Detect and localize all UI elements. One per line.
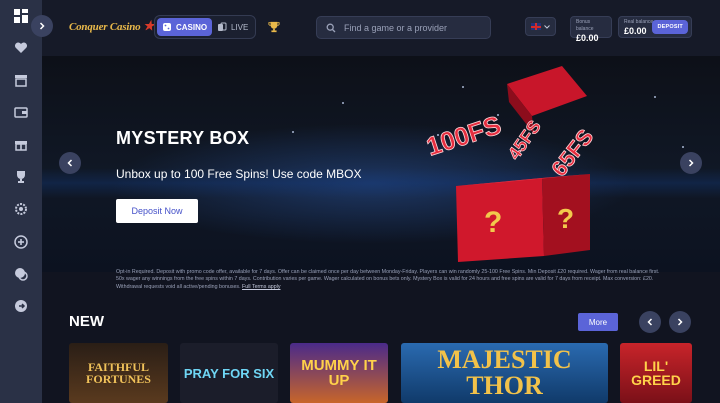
live-mode-button[interactable]: LIVE — [217, 18, 255, 36]
chevron-left-icon — [647, 318, 653, 326]
uk-flag-icon — [531, 23, 541, 30]
mystery-box-illustration: ? ? 100FS 45FS 65FS — [422, 66, 599, 262]
brand-logo[interactable]: Conquer Casino ★ — [69, 18, 155, 34]
more-button[interactable]: More — [578, 313, 618, 331]
chat-icon[interactable] — [13, 266, 29, 282]
game-tile-majestic-thor[interactable]: MAJESTIC THOR — [401, 343, 608, 403]
gear-icon[interactable] — [13, 201, 29, 217]
terms-text: Opt-in Required. Deposit with promo code… — [116, 269, 660, 290]
sparkle — [682, 146, 684, 148]
logo-text: Conquer Casino — [69, 21, 141, 33]
search-input[interactable] — [344, 22, 484, 33]
real-balance: Real balance £0.00 DEPOSIT — [618, 16, 692, 38]
cards-icon — [218, 22, 227, 31]
game-title: MUMMY IT UP — [301, 357, 377, 389]
dice-icon — [163, 23, 171, 31]
promo-banner: MYSTERY BOX Unbox up to 100 Free Spins! … — [42, 56, 720, 272]
art-label-45fs: 45FS — [504, 117, 545, 164]
carousel-prev-button[interactable] — [639, 311, 661, 333]
trophy-icon[interactable] — [13, 169, 29, 185]
plus-circle-icon[interactable] — [13, 234, 29, 250]
game-title: FAITHFUL FORTUNES — [86, 360, 151, 386]
game-title: PRAY FOR SIX — [183, 365, 275, 381]
sparkle — [342, 102, 344, 104]
casino-mode-button[interactable]: CASINO — [157, 18, 212, 36]
bonus-balance: Bonus balance £0.00 — [570, 16, 612, 43]
banner-title: MYSTERY BOX — [116, 128, 250, 148]
sidebar — [0, 0, 42, 403]
game-title: MAJESTIC THOR — [437, 345, 572, 400]
game-title: LIL' GREED — [631, 358, 681, 388]
tournaments-trophy-icon[interactable] — [268, 20, 280, 38]
sidebar-toggle-button[interactable] — [31, 15, 53, 37]
heart-icon[interactable] — [13, 40, 29, 56]
language-selector[interactable] — [525, 17, 556, 36]
question-mark: ? — [557, 203, 574, 234]
bonus-balance-value: £0.00 — [576, 33, 599, 43]
art-label-65fs: 65FS — [546, 124, 598, 181]
game-tile-pray-for-six[interactable]: PRAY FOR SIX — [180, 343, 278, 403]
top-header: Conquer Casino ★ CASINO LIVE Bonus balan… — [42, 0, 720, 56]
question-mark: ? — [484, 206, 502, 239]
chevron-left-icon — [67, 159, 73, 167]
carousel-next-button[interactable] — [669, 311, 691, 333]
full-terms-link[interactable]: Full Terms apply — [242, 284, 280, 290]
logo-star-icon: ★ — [143, 18, 155, 33]
sparkle — [654, 96, 656, 98]
new-section-title: NEW — [69, 313, 104, 330]
chevron-right-icon — [677, 318, 683, 326]
game-tile-mummy-it-up[interactable]: MUMMY IT UP — [290, 343, 388, 403]
sparkle — [292, 131, 294, 133]
grid-icon[interactable] — [13, 8, 29, 24]
gift-icon[interactable] — [13, 136, 29, 152]
live-mode-label: LIVE — [231, 22, 249, 32]
banner-subtitle: Unbox up to 100 Free Spins! Use code MBO… — [116, 167, 362, 181]
chevron-right-icon — [39, 22, 45, 30]
wallet-icon[interactable] — [13, 104, 29, 120]
banner-next-button[interactable] — [680, 152, 702, 174]
bonus-balance-label: Bonus balance — [576, 19, 594, 32]
search-bar[interactable] — [316, 16, 491, 39]
game-tile-lil-greed[interactable]: LIL' GREED — [620, 343, 692, 403]
art-label-100fs: 100FS — [423, 110, 505, 162]
search-icon — [326, 23, 336, 32]
casino-mode-label: CASINO — [176, 22, 208, 32]
store-icon[interactable] — [13, 72, 29, 88]
deposit-now-button[interactable]: Deposit Now — [116, 199, 198, 223]
chevron-down-icon — [544, 24, 550, 29]
chevron-right-icon — [688, 159, 694, 167]
game-tile-faithful-fortunes[interactable]: FAITHFUL FORTUNES — [69, 343, 168, 403]
banner-prev-button[interactable] — [59, 152, 81, 174]
promo-terms: Opt-in Required. Deposit with promo code… — [116, 269, 666, 291]
logout-icon[interactable] — [13, 298, 29, 314]
deposit-button[interactable]: DEPOSIT — [652, 20, 688, 34]
mode-toggle: CASINO LIVE — [154, 15, 256, 39]
